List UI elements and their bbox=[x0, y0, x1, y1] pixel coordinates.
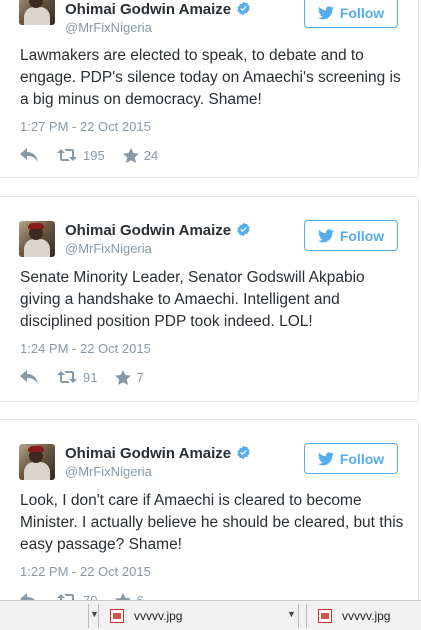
verified-badge-icon bbox=[237, 445, 250, 460]
retweet-count: 195 bbox=[83, 147, 105, 163]
favorite-count: 7 bbox=[136, 369, 144, 385]
author-handle[interactable]: @MrFixNigeria bbox=[65, 241, 152, 256]
tweet-timestamp[interactable]: 1:24 PM - 22 Oct 2015 bbox=[20, 341, 151, 356]
follow-button[interactable]: Follow bbox=[304, 0, 398, 28]
image-file-icon bbox=[318, 609, 332, 623]
follow-button[interactable]: Follow bbox=[304, 443, 398, 474]
download-bar: ▼ vvvvv.jpg ▼ vvvvv.jpg bbox=[0, 600, 421, 630]
author-handle[interactable]: @MrFixNigeria bbox=[65, 464, 152, 479]
divider bbox=[88, 604, 89, 628]
favorite-star-icon[interactable] bbox=[122, 147, 139, 163]
divider bbox=[98, 604, 99, 628]
author-name[interactable]: Ohimai Godwin Amaize bbox=[65, 1, 251, 18]
download-item[interactable]: vvvvv.jpg bbox=[318, 605, 390, 627]
author-name-text[interactable]: Ohimai Godwin Amaize bbox=[65, 222, 231, 239]
tweet-card: Ohimai Godwin Amaize @MrFixNigeria Follo… bbox=[0, 419, 419, 629]
image-file-icon bbox=[110, 609, 124, 623]
tweet-card: Ohimai Godwin Amaize @MrFixNigeria Follo… bbox=[0, 0, 419, 178]
retweet-icon[interactable] bbox=[57, 370, 77, 384]
twitter-bird-icon bbox=[317, 5, 334, 19]
twitter-bird-icon bbox=[317, 451, 334, 465]
retweet-count: 91 bbox=[83, 369, 98, 385]
tweet-text: Look, I don't care if Amaechi is cleared… bbox=[20, 492, 404, 553]
tweet-actions: 195 24 bbox=[20, 146, 158, 164]
retweet-icon[interactable] bbox=[57, 148, 77, 162]
avatar[interactable] bbox=[19, 444, 55, 480]
divider bbox=[298, 604, 299, 628]
avatar[interactable] bbox=[19, 221, 55, 257]
tweet-card: Ohimai Godwin Amaize @MrFixNigeria Follo… bbox=[0, 196, 419, 402]
tweet-text: Senate Minority Leader, Senator Godswill… bbox=[20, 269, 365, 330]
favorite-count: 24 bbox=[143, 147, 159, 163]
reply-icon[interactable] bbox=[20, 370, 38, 384]
chevron-down-icon[interactable]: ▼ bbox=[287, 609, 296, 619]
author-handle[interactable]: @MrFixNigeria bbox=[65, 20, 152, 35]
follow-label: Follow bbox=[339, 450, 385, 467]
tweet-timestamp[interactable]: 1:27 PM - 22 Oct 2015 bbox=[20, 119, 151, 134]
tweet-text: Lawmakers are elected to speak, to debat… bbox=[20, 47, 401, 108]
verified-badge-icon bbox=[237, 1, 250, 16]
follow-label: Follow bbox=[339, 227, 385, 244]
verified-badge-icon bbox=[237, 222, 250, 237]
author-name[interactable]: Ohimai Godwin Amaize bbox=[65, 222, 251, 239]
tweet-timestamp[interactable]: 1:22 PM - 22 Oct 2015 bbox=[20, 564, 151, 579]
download-filename[interactable]: vvvvv.jpg bbox=[342, 609, 390, 623]
author-name-text[interactable]: Ohimai Godwin Amaize bbox=[65, 1, 231, 18]
follow-button[interactable]: Follow bbox=[304, 220, 398, 251]
download-filename[interactable]: vvvvv.jpg bbox=[134, 609, 182, 623]
download-item[interactable]: vvvvv.jpg bbox=[110, 605, 182, 627]
tweet-actions: 91 7 bbox=[20, 368, 144, 386]
avatar[interactable] bbox=[19, 0, 55, 25]
favorite-star-icon[interactable] bbox=[115, 369, 132, 385]
author-name-text[interactable]: Ohimai Godwin Amaize bbox=[65, 445, 231, 462]
reply-icon[interactable] bbox=[20, 148, 38, 162]
follow-label: Follow bbox=[339, 4, 385, 21]
author-name[interactable]: Ohimai Godwin Amaize bbox=[65, 445, 251, 462]
twitter-bird-icon bbox=[317, 228, 334, 242]
divider bbox=[306, 604, 307, 628]
